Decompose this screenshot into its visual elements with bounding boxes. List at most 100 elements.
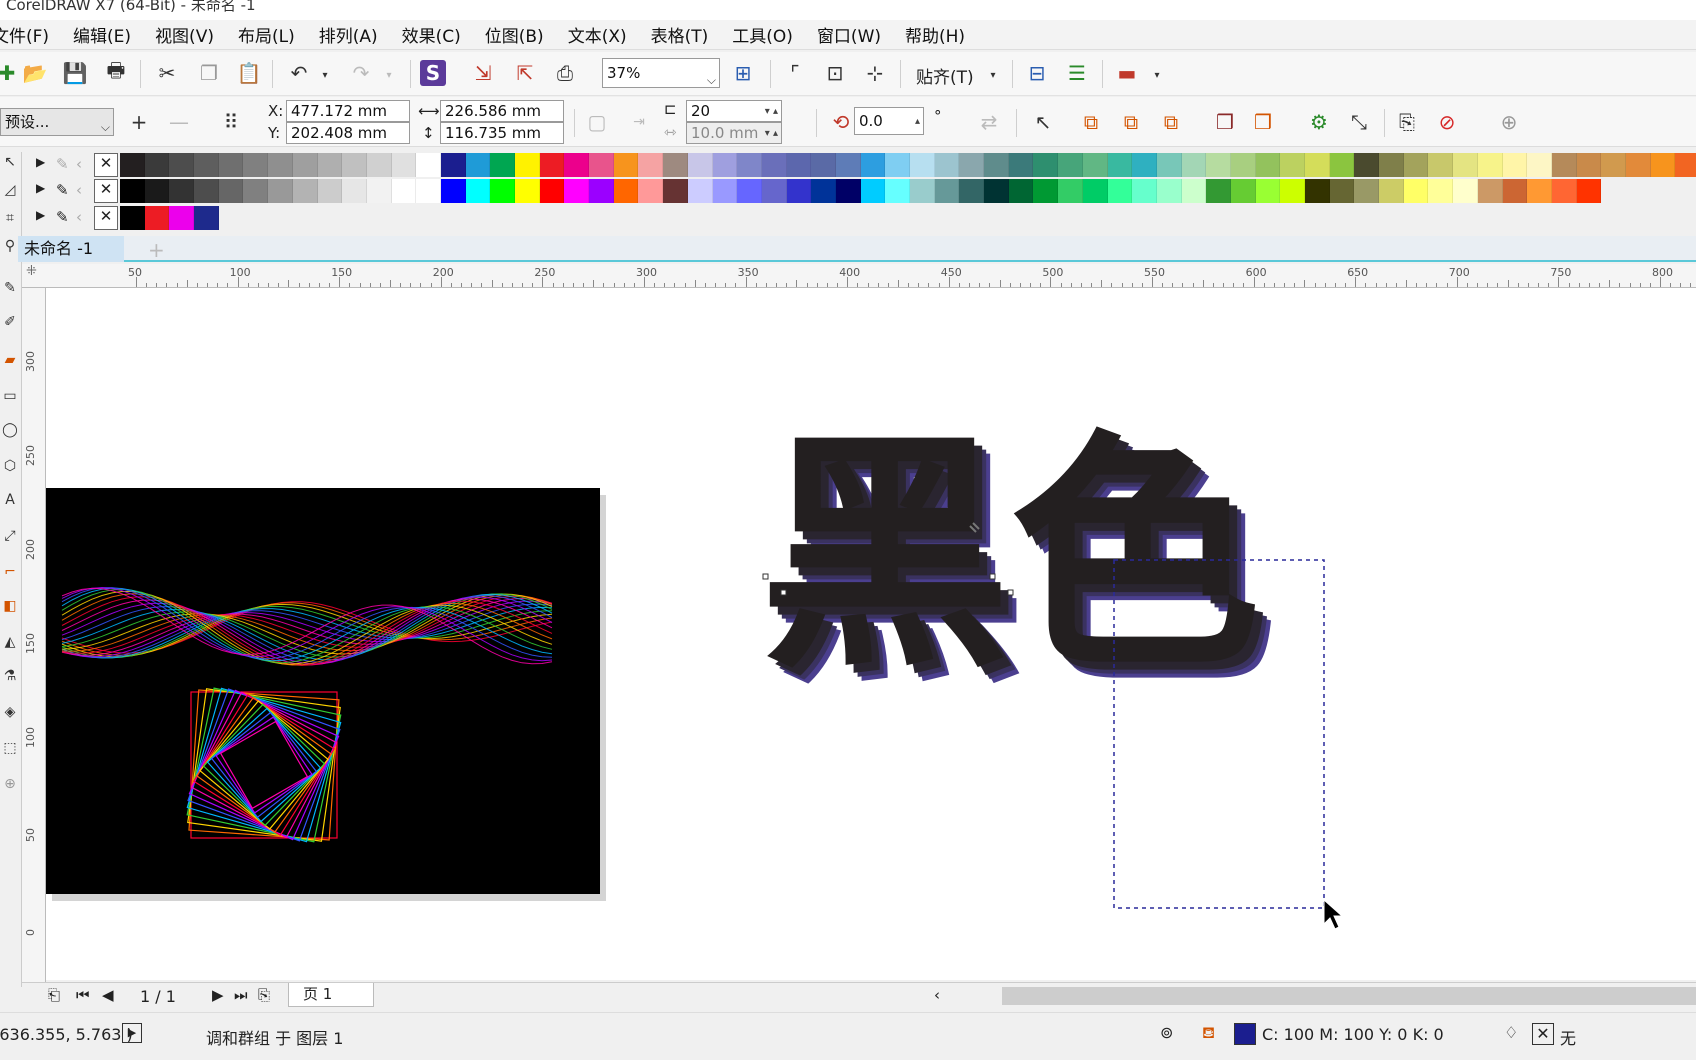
text-tool-icon[interactable]: A — [0, 492, 20, 514]
color-swatch[interactable] — [1379, 179, 1404, 203]
color-swatch[interactable] — [1502, 153, 1528, 177]
blend-spacing-icon[interactable]: ⇥ — [626, 109, 652, 135]
color-swatch[interactable] — [984, 179, 1009, 203]
color-swatch[interactable] — [712, 179, 738, 203]
color-swatch[interactable] — [268, 179, 293, 203]
snap-to-button[interactable]: 贴齐(T) — [916, 63, 974, 88]
color-swatch[interactable] — [835, 153, 861, 177]
color-swatch[interactable] — [120, 206, 145, 230]
palette-expand-icon[interactable]: ▶ — [36, 208, 45, 222]
color-proof-icon[interactable]: ⊚ — [1160, 1023, 1173, 1042]
search-content-icon[interactable]: S — [420, 60, 446, 86]
color-swatch[interactable] — [465, 153, 491, 177]
color-swatch[interactable] — [1601, 153, 1626, 177]
blend-path-icon[interactable]: ▢ — [584, 109, 610, 135]
color-swatch[interactable] — [1305, 153, 1330, 177]
show-grid-icon[interactable]: ⊡ — [822, 60, 848, 86]
color-swatch[interactable] — [1650, 153, 1676, 177]
show-rulers-icon[interactable]: ⌜ — [782, 60, 808, 86]
zoom-tool-icon[interactable]: ⚲ — [0, 238, 20, 260]
first-page-icon[interactable]: ⏮ — [76, 986, 90, 1004]
color-swatch[interactable] — [1206, 179, 1231, 203]
color-swatch[interactable] — [959, 153, 985, 177]
new-tab-icon[interactable]: + — [148, 238, 165, 262]
ellipse-tool-icon[interactable]: ◯ — [0, 422, 20, 444]
palette-expand-icon[interactable]: ▶ — [36, 155, 45, 169]
horizontal-scrollbar-thumb[interactable] — [1002, 987, 1696, 1005]
color-swatch[interactable] — [268, 153, 293, 177]
color-swatch[interactable] — [1107, 179, 1133, 203]
color-swatch[interactable] — [169, 206, 195, 230]
menu-table[interactable]: 表格(T) — [639, 22, 721, 47]
color-swatch[interactable] — [1033, 153, 1059, 177]
save-icon[interactable]: 💾 — [62, 60, 88, 86]
color-swatch[interactable] — [786, 179, 812, 203]
cut-icon[interactable]: ✂ — [154, 60, 180, 86]
color-swatch[interactable] — [1403, 179, 1429, 203]
next-page-icon[interactable]: ▶ — [212, 986, 224, 1004]
color-swatch[interactable] — [1230, 153, 1256, 177]
color-swatch[interactable] — [1354, 153, 1380, 177]
color-swatch[interactable] — [687, 153, 713, 177]
color-swatch[interactable] — [737, 153, 762, 177]
color-swatch[interactable] — [515, 179, 540, 203]
color-swatch[interactable] — [194, 153, 219, 177]
color-swatch[interactable] — [416, 153, 441, 177]
polygon-tool-icon[interactable]: ⬡ — [0, 458, 20, 480]
color-swatch[interactable] — [194, 179, 219, 203]
smart-fill-icon[interactable]: ▰ — [0, 352, 20, 374]
smart-drawing-icon[interactable]: ⬚ — [0, 740, 20, 762]
no-fill-swatch[interactable]: ✕ — [94, 153, 118, 177]
horizontal-ruler[interactable]: ⁜ 50 100 150 200 250 300 350 400 450 500 550 600 650… — [22, 264, 1696, 288]
color-swatch[interactable] — [638, 179, 664, 203]
undo-dropdown-icon[interactable]: ▾ — [312, 62, 338, 88]
blend-control-node[interactable] — [1007, 589, 1014, 596]
color-swatch[interactable] — [1379, 153, 1404, 177]
fill-color-swatch[interactable] — [1234, 1023, 1256, 1045]
blend-control-node[interactable] — [762, 573, 769, 580]
zoom-level-combo[interactable]: 37% ⌵ — [602, 58, 720, 88]
insert-page-before-icon[interactable]: ⎗ — [48, 986, 60, 1004]
color-swatch[interactable] — [885, 153, 910, 177]
color-swatch[interactable] — [835, 179, 861, 203]
blend-tool-icon[interactable]: ◧ — [0, 598, 20, 620]
direction-stepper-icon[interactable]: ▴▾ — [915, 109, 920, 134]
color-swatch[interactable] — [1082, 153, 1108, 177]
artistic-media-icon[interactable]: ✐ — [0, 314, 20, 336]
new-document-icon[interactable]: ✚ — [0, 60, 20, 86]
color-swatch[interactable] — [292, 153, 318, 177]
color-swatch[interactable] — [737, 179, 762, 203]
height-field[interactable]: 116.735 mm — [440, 122, 564, 144]
color-swatch[interactable] — [1255, 153, 1281, 177]
blend-spacing-field[interactable]: 10.0 mm ▾ ▴ — [686, 122, 782, 144]
color-swatch[interactable] — [120, 179, 145, 203]
color-swatch[interactable] — [1625, 153, 1651, 177]
full-screen-preview-icon[interactable]: ⊞ — [730, 60, 756, 86]
color-swatch[interactable] — [120, 153, 145, 177]
color-swatch[interactable] — [687, 179, 713, 203]
color-swatch[interactable] — [1230, 179, 1256, 203]
x-position-field[interactable]: 477.172 mm — [286, 100, 410, 122]
color-swatch[interactable] — [1675, 153, 1696, 177]
color-swatch[interactable] — [885, 179, 910, 203]
color-swatch[interactable] — [638, 153, 664, 177]
transparency-tool-icon[interactable]: ◭ — [0, 634, 20, 656]
color-swatch[interactable] — [959, 179, 985, 203]
color-swatch[interactable] — [934, 179, 960, 203]
color-swatch[interactable] — [1551, 179, 1577, 203]
no-fill-swatch[interactable]: ✕ — [94, 206, 118, 230]
menu-bitmaps[interactable]: 位图(B) — [473, 22, 556, 47]
direct-blend-icon[interactable]: ⧉ — [1078, 109, 1104, 135]
object-origin-icon[interactable]: ⠿ — [218, 109, 244, 135]
ruler-origin-icon[interactable]: ⁜ — [26, 264, 37, 279]
color-swatch[interactable] — [292, 179, 318, 203]
play-macro-icon[interactable]: ▶ — [122, 1023, 142, 1043]
menu-view[interactable]: 视图(V) — [143, 22, 226, 47]
path-properties-icon[interactable]: ↖ — [1030, 109, 1056, 135]
menu-file[interactable]: 文件(F) — [0, 22, 61, 47]
last-page-icon[interactable]: ⏭ — [234, 986, 248, 1004]
color-swatch[interactable] — [860, 179, 886, 203]
document-tab[interactable]: 未命名 -1 — [18, 236, 124, 262]
palette-scroll-icon[interactable]: ‹ — [76, 155, 82, 173]
color-swatch[interactable] — [194, 206, 219, 230]
